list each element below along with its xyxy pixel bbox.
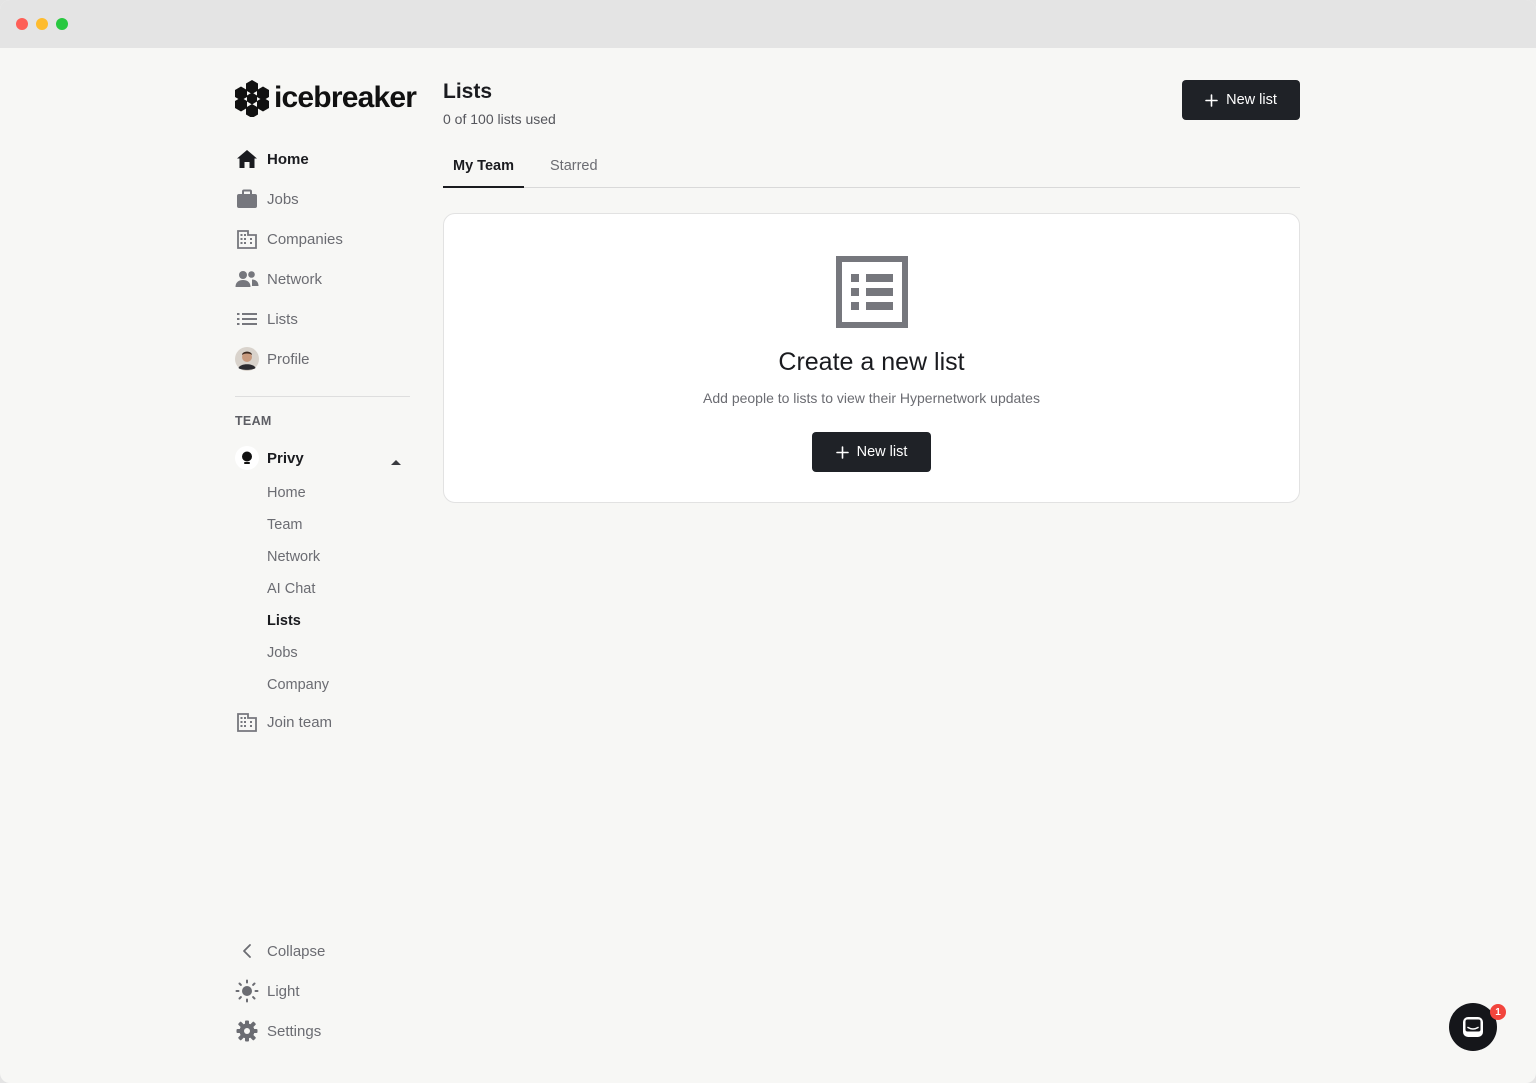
sidebar-item-network[interactable]: Network — [234, 265, 410, 293]
plus-icon — [1205, 93, 1218, 107]
lists-usage-text: 0 of 100 lists used — [443, 111, 556, 127]
notification-badge: 1 — [1490, 1004, 1506, 1020]
sidebar-item-label: Companies — [267, 230, 343, 248]
maximize-window-button[interactable] — [56, 18, 68, 30]
team-nav-jobs[interactable]: Jobs — [267, 645, 298, 661]
sidebar-item-label: Profile — [267, 350, 310, 368]
collapse-label: Collapse — [267, 942, 326, 960]
briefcase-icon — [234, 187, 260, 211]
settings-label: Settings — [267, 1022, 322, 1040]
sidebar-item-label: Lists — [267, 310, 298, 328]
empty-state-description: Add people to lists to view their Hypern… — [703, 390, 1040, 406]
chat-icon — [1461, 1015, 1485, 1039]
brand-logo[interactable]: icebreaker — [234, 78, 417, 118]
privy-team-icon — [234, 446, 260, 470]
logo-icon — [235, 80, 269, 117]
team-nav-company[interactable]: Company — [267, 677, 329, 693]
sidebar-item-label: Home — [267, 150, 309, 168]
team-switcher-privy[interactable]: Privy — [234, 446, 410, 470]
team-section-label: TEAM — [235, 414, 272, 428]
team-nav-lists[interactable]: Lists — [267, 613, 301, 629]
sidebar-item-lists[interactable]: Lists — [234, 305, 410, 333]
home-icon — [234, 147, 260, 171]
team-name: Privy — [267, 449, 304, 467]
join-team-button[interactable]: Join team — [234, 708, 410, 736]
empty-state-button-label: New list — [856, 444, 908, 460]
title-bar — [0, 0, 1536, 48]
list-icon — [234, 307, 260, 331]
page-title: Lists — [443, 80, 493, 103]
list-document-icon — [836, 256, 908, 333]
sidebar-item-label: Jobs — [267, 190, 299, 208]
theme-label: Light — [267, 982, 300, 1000]
app-window: icebreaker Home Jobs Companies Network L… — [0, 0, 1536, 1083]
new-list-button[interactable]: New list — [1182, 80, 1300, 120]
avatar — [234, 347, 260, 371]
team-nav-home[interactable]: Home — [267, 485, 306, 501]
gear-icon — [234, 1019, 260, 1043]
plus-icon — [835, 445, 849, 459]
sidebar-divider — [235, 396, 410, 397]
sidebar-item-jobs[interactable]: Jobs — [234, 185, 410, 213]
collapse-sidebar-button[interactable]: Collapse — [234, 937, 410, 965]
building-icon — [234, 710, 260, 734]
chevron-left-icon — [234, 939, 260, 963]
minimize-window-button[interactable] — [36, 18, 48, 30]
close-window-button[interactable] — [16, 18, 28, 30]
team-nav-ai-chat[interactable]: AI Chat — [267, 581, 315, 597]
team-nav-team[interactable]: Team — [267, 517, 302, 533]
people-icon — [234, 267, 260, 291]
building-icon — [234, 227, 260, 251]
join-team-label: Join team — [267, 713, 333, 731]
sidebar-item-label: Network — [267, 270, 323, 288]
sidebar-item-companies[interactable]: Companies — [234, 225, 410, 253]
team-nav-network[interactable]: Network — [267, 549, 320, 565]
tab-starred[interactable]: Starred — [550, 158, 598, 174]
empty-state-title: Create a new list — [778, 348, 965, 376]
theme-toggle-button[interactable]: Light — [234, 977, 410, 1005]
lists-tabs: My Team Starred — [443, 150, 1300, 188]
active-tab-indicator — [443, 186, 524, 188]
collapse-caret-icon[interactable] — [390, 453, 402, 471]
brand-name: icebreaker — [274, 81, 417, 114]
tab-my-team[interactable]: My Team — [453, 158, 514, 174]
sidebar-item-home[interactable]: Home — [234, 145, 410, 173]
sidebar-item-profile[interactable]: Profile — [234, 345, 410, 373]
empty-state-card: Create a new list Add people to lists to… — [443, 213, 1300, 503]
settings-button[interactable]: Settings — [234, 1017, 410, 1045]
empty-state-new-list-button[interactable]: New list — [812, 432, 931, 472]
sun-icon — [234, 979, 260, 1003]
new-list-button-label: New list — [1226, 92, 1277, 108]
